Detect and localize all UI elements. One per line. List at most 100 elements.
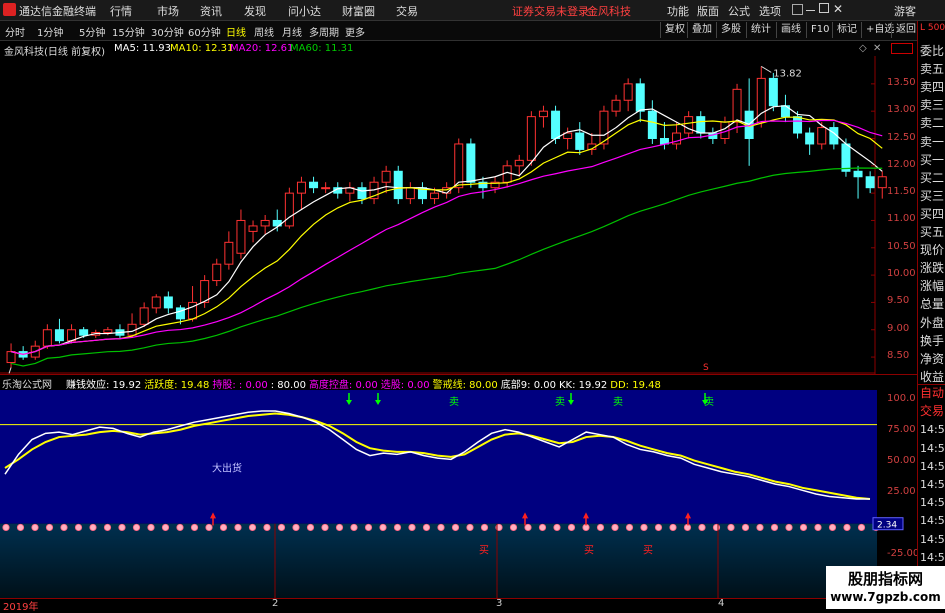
button-mark[interactable]: 标记: [832, 22, 861, 38]
menu-layout[interactable]: 版面: [697, 3, 719, 19]
guest-label[interactable]: 游客: [894, 3, 916, 19]
menu-formula[interactable]: 公式: [728, 3, 750, 19]
tab-daily[interactable]: 日线: [226, 24, 246, 39]
tab-monthly[interactable]: 月线: [282, 24, 302, 39]
button-draw-line[interactable]: 画线: [776, 22, 805, 38]
button-restore-right[interactable]: 复权: [660, 22, 689, 38]
zero-dot: [118, 523, 126, 532]
sell-label: 卖: [704, 396, 714, 408]
tab-intraday[interactable]: 分时: [5, 24, 25, 39]
tab-15min[interactable]: 15分钟: [112, 24, 145, 39]
menu-trade[interactable]: 交易: [396, 3, 418, 19]
tab-multi-period[interactable]: 多周期: [309, 24, 339, 39]
side-item: 委比: [920, 44, 945, 58]
side-time-item: 14:56: [920, 441, 945, 455]
side-item: 外盘: [920, 315, 945, 330]
zero-dot: [538, 523, 547, 532]
price-tick-label: 13.00: [887, 104, 916, 116]
maximize-icon[interactable]: [819, 3, 829, 13]
candle-body: [236, 219, 246, 254]
trade-login-notice[interactable]: 证券交易未登录: [512, 3, 589, 19]
minimize-icon[interactable]: [806, 10, 815, 11]
candle-body: [732, 88, 742, 123]
candle-body: [805, 132, 815, 145]
candlestick-chart[interactable]: 13.828.31S: [0, 56, 917, 374]
price-axis: 13.50 13.00 12.50 12.00 11.50 11.00 10.50 10.00…: [875, 56, 917, 374]
button-stats[interactable]: 统计: [746, 22, 775, 38]
zero-dot: [756, 523, 764, 532]
candle-body: [381, 170, 391, 183]
screen-icon[interactable]: [792, 4, 803, 15]
zero-dot: [89, 523, 97, 532]
menu-news[interactable]: 资讯: [200, 3, 222, 19]
candle-body: [321, 187, 331, 190]
big-sell-text: 大出货: [212, 462, 242, 475]
zero-dot: [335, 523, 344, 532]
tab-5min[interactable]: 5分钟: [79, 24, 105, 39]
tab-1min[interactable]: 1分钟: [37, 24, 63, 39]
button-back[interactable]: 返回: [891, 22, 920, 38]
candle-body: [357, 187, 367, 200]
chart-panel-icon[interactable]: [891, 43, 913, 54]
zero-dot: [364, 523, 373, 532]
candle-body: [430, 192, 440, 200]
price-tick-label: 11.50: [887, 186, 916, 198]
candle-body: [684, 116, 694, 134]
app-title: 通达信金融终端: [19, 5, 96, 18]
ma20-label: MA20: 12.61: [230, 43, 294, 54]
button-multi-stock[interactable]: 多股: [716, 22, 745, 38]
ma5-label: MA5: 11.93: [114, 43, 172, 54]
side-item: 买五: [920, 225, 945, 239]
zero-dot: [74, 523, 83, 532]
candle-body: [526, 116, 536, 161]
side-time-item: 14:56: [920, 478, 945, 491]
side-item: 买四: [920, 206, 945, 221]
side-time-item: 交易: [920, 404, 945, 419]
menu-quotes[interactable]: 行情: [110, 3, 132, 19]
menu-options[interactable]: 选项: [759, 3, 781, 19]
zero-dot: [45, 523, 54, 532]
zero-dot: [828, 523, 837, 532]
button-f10[interactable]: F10: [806, 22, 833, 38]
menu-discover[interactable]: 发现: [244, 3, 266, 19]
chart-diamond-icon[interactable]: ◇: [859, 43, 867, 54]
zero-dot: [408, 523, 416, 532]
zero-dot: [234, 523, 242, 532]
tab-more[interactable]: 更多: [345, 24, 365, 39]
zero-dot: [103, 523, 112, 532]
close-icon[interactable]: ✕: [833, 2, 843, 16]
zero-dot: [16, 523, 25, 532]
zero-dot: [437, 523, 445, 532]
zero-dot: [205, 523, 213, 532]
ma60-label: MA60: 11.31: [290, 43, 354, 54]
tab-60min[interactable]: 60分钟: [188, 24, 221, 39]
zero-dot: [698, 523, 706, 532]
zero-dot: [770, 523, 779, 532]
button-overlay[interactable]: 叠加: [687, 22, 716, 38]
side-item: 卖五: [920, 62, 945, 77]
menu-xiaoda[interactable]: 问小达: [288, 3, 321, 19]
candle-body: [696, 116, 706, 134]
tab-30min[interactable]: 30分钟: [151, 24, 184, 39]
indicator-chart[interactable]: 卖卖卖卖买买买大出货2.34: [0, 390, 917, 598]
menu-wealth-circle[interactable]: 财富圈: [342, 3, 375, 19]
side-item: 买三: [920, 188, 945, 203]
candle-body: [538, 110, 548, 118]
side-item: 买二: [920, 170, 945, 185]
candle-body: [393, 170, 403, 200]
zero-dot: [596, 523, 605, 532]
menu-bar: 通达信金融终端 行情 市场 资讯 发现 问小达 财富圈 交易 证券交易未登录 金…: [0, 0, 945, 21]
side-item: 卖三: [920, 98, 945, 113]
candle-body: [405, 187, 415, 200]
tab-weekly[interactable]: 周线: [254, 24, 274, 39]
chart-close-icon[interactable]: ✕: [873, 43, 881, 54]
candle-body: [647, 110, 657, 139]
menu-market[interactable]: 市场: [157, 3, 179, 19]
indicator-tick-label: 25.00: [887, 485, 916, 497]
price-tick-label: 9.00: [887, 322, 910, 334]
ma10-label: MA10: 12.31: [170, 43, 234, 54]
menu-function[interactable]: 功能: [667, 3, 689, 19]
indicator-tick-label: 100.0: [887, 392, 916, 404]
candle-body: [514, 159, 524, 167]
zero-dot: [132, 523, 141, 532]
